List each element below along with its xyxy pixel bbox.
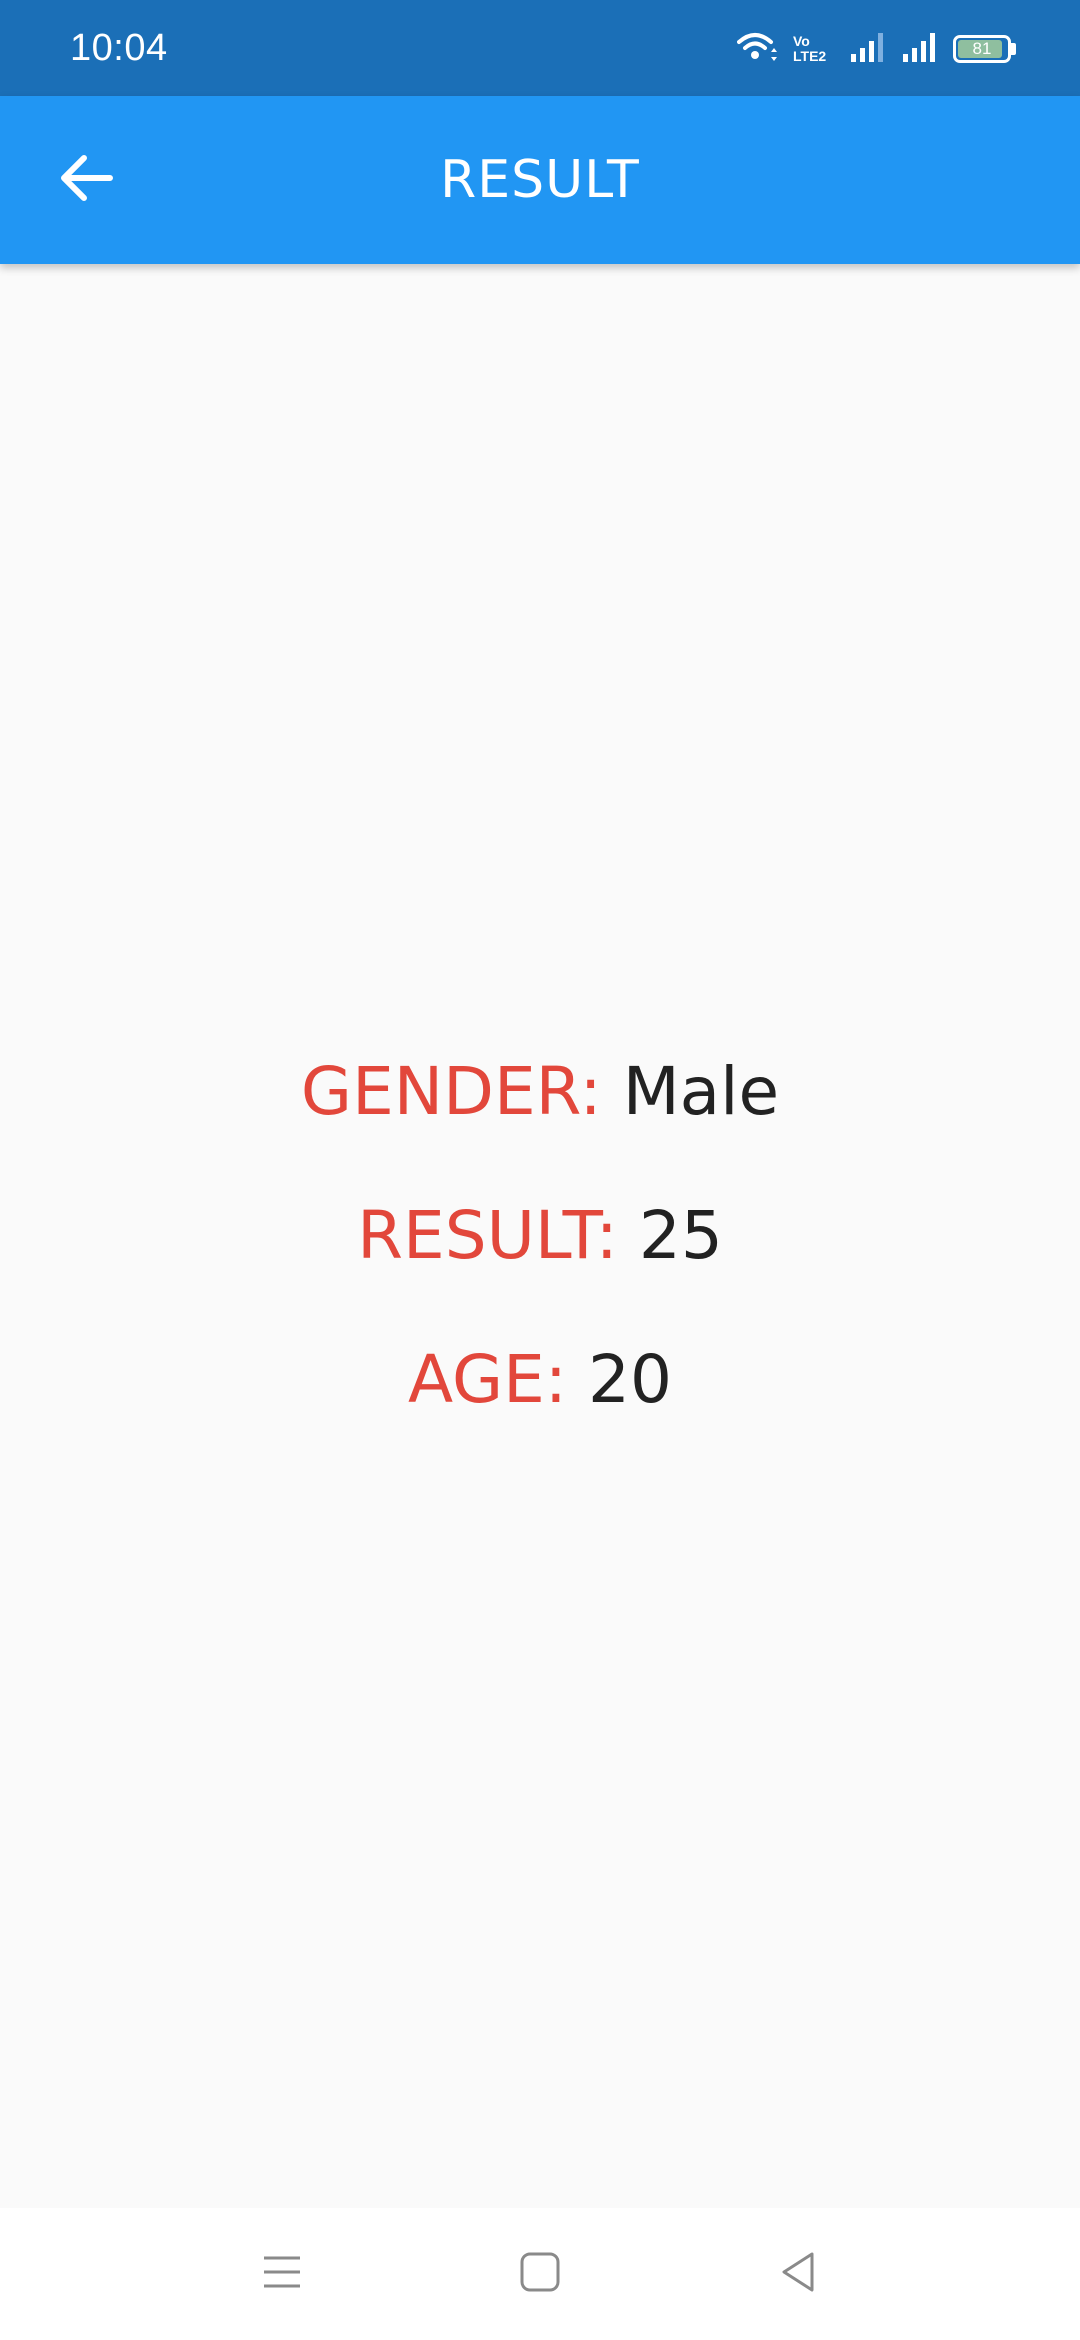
gender-label: GENDER:	[300, 1053, 623, 1130]
signal-1-icon	[849, 30, 885, 68]
volte-line-2: LTE2	[793, 48, 827, 64]
screen: 10:04 Vo LTE2 81 RESULT GENDER: Male RES…	[0, 0, 1080, 2340]
back-triangle-icon	[776, 2250, 820, 2298]
result-row: RESULT: 25	[0, 1196, 1080, 1276]
result-value: 25	[638, 1197, 723, 1274]
battery-cap	[1011, 43, 1016, 55]
gender-row: GENDER: Male	[0, 1052, 1080, 1132]
volte-icon: Vo LTE2	[793, 34, 833, 64]
back-nav-button[interactable]	[768, 2244, 828, 2304]
recent-apps-button[interactable]	[252, 2244, 312, 2304]
gender-value: Male	[622, 1053, 780, 1130]
signal-2-icon	[901, 30, 937, 68]
home-button[interactable]	[510, 2244, 570, 2304]
age-label: AGE:	[407, 1341, 589, 1418]
age-row: AGE: 20	[0, 1340, 1080, 1420]
home-square-icon	[518, 2250, 562, 2298]
age-value: 20	[588, 1341, 673, 1418]
volte-line-1: Vo	[793, 33, 810, 49]
app-bar: RESULT	[0, 96, 1080, 264]
battery-level: 81	[972, 39, 992, 58]
menu-lines-icon	[260, 2252, 304, 2296]
result-content: GENDER: Male RESULT: 25 AGE: 20	[0, 264, 1080, 2208]
battery-body: 81	[953, 35, 1011, 63]
page-title: RESULT	[440, 150, 640, 210]
wifi-icon	[737, 30, 777, 68]
system-nav-bar	[0, 2208, 1080, 2340]
status-icons: Vo LTE2 81	[737, 28, 1016, 70]
status-time: 10:04	[70, 27, 168, 69]
battery-icon: 81	[953, 35, 1016, 63]
status-bar: 10:04 Vo LTE2 81	[0, 0, 1080, 96]
result-label: RESULT:	[357, 1197, 639, 1274]
